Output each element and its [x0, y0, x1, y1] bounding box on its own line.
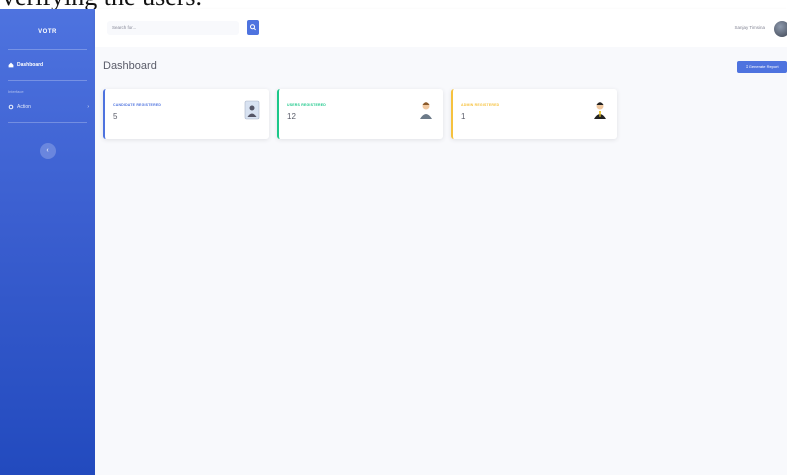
id-card-icon — [244, 100, 260, 120]
sidebar-item-label: Action — [17, 104, 31, 110]
report-button-label: Generate Report — [748, 64, 779, 69]
sidebar-item-label: Dashboard — [17, 62, 44, 68]
user-name[interactable]: Sanjay Timsina — [734, 25, 765, 30]
card-value: 1 — [461, 112, 466, 121]
sidebar-divider — [8, 122, 87, 123]
candidate-card: CANDIDATE REGISTERED 5 — [103, 89, 269, 139]
sidebar-item-action[interactable]: Action › — [0, 100, 95, 114]
card-label: ADMIN REGISTERED — [461, 103, 500, 107]
card-value: 5 — [113, 112, 118, 121]
users-card: USERS REGISTERED 12 — [277, 89, 443, 139]
topbar: Search for... Sanjay Timsina — [95, 9, 787, 47]
card-label: CANDIDATE REGISTERED — [113, 103, 162, 107]
page-title: Dashboard — [103, 60, 157, 72]
search-button[interactable] — [247, 20, 259, 35]
chevron-left-icon: ‹ — [46, 147, 49, 154]
card-label: USERS REGISTERED — [287, 103, 326, 107]
admin-card: ADMIN REGISTERED 1 — [451, 89, 617, 139]
user-icon — [420, 102, 432, 119]
sidebar-item-content: Action — [8, 104, 31, 110]
settings-icon — [8, 104, 14, 110]
main-content: Dashboard ↧Generate Report CANDIDATE REG… — [95, 47, 787, 475]
chevron-right-icon: › — [87, 104, 89, 110]
search-icon — [250, 24, 256, 31]
sidebar-divider — [8, 49, 87, 50]
card-value: 12 — [287, 112, 296, 121]
avatar[interactable] — [774, 21, 787, 37]
sidebar-item-dashboard[interactable]: Dashboard — [0, 58, 95, 72]
sidebar: VOTR Dashboard Interface Action › ‹ — [0, 9, 95, 475]
sidebar-heading: Interface — [8, 89, 24, 94]
search-input[interactable]: Search for... — [107, 21, 239, 35]
sidebar-toggle-button[interactable]: ‹ — [39, 143, 56, 159]
home-icon — [8, 62, 14, 68]
generate-report-button[interactable]: ↧Generate Report — [737, 61, 787, 73]
sidebar-divider — [8, 80, 87, 81]
admin-icon — [594, 102, 606, 119]
